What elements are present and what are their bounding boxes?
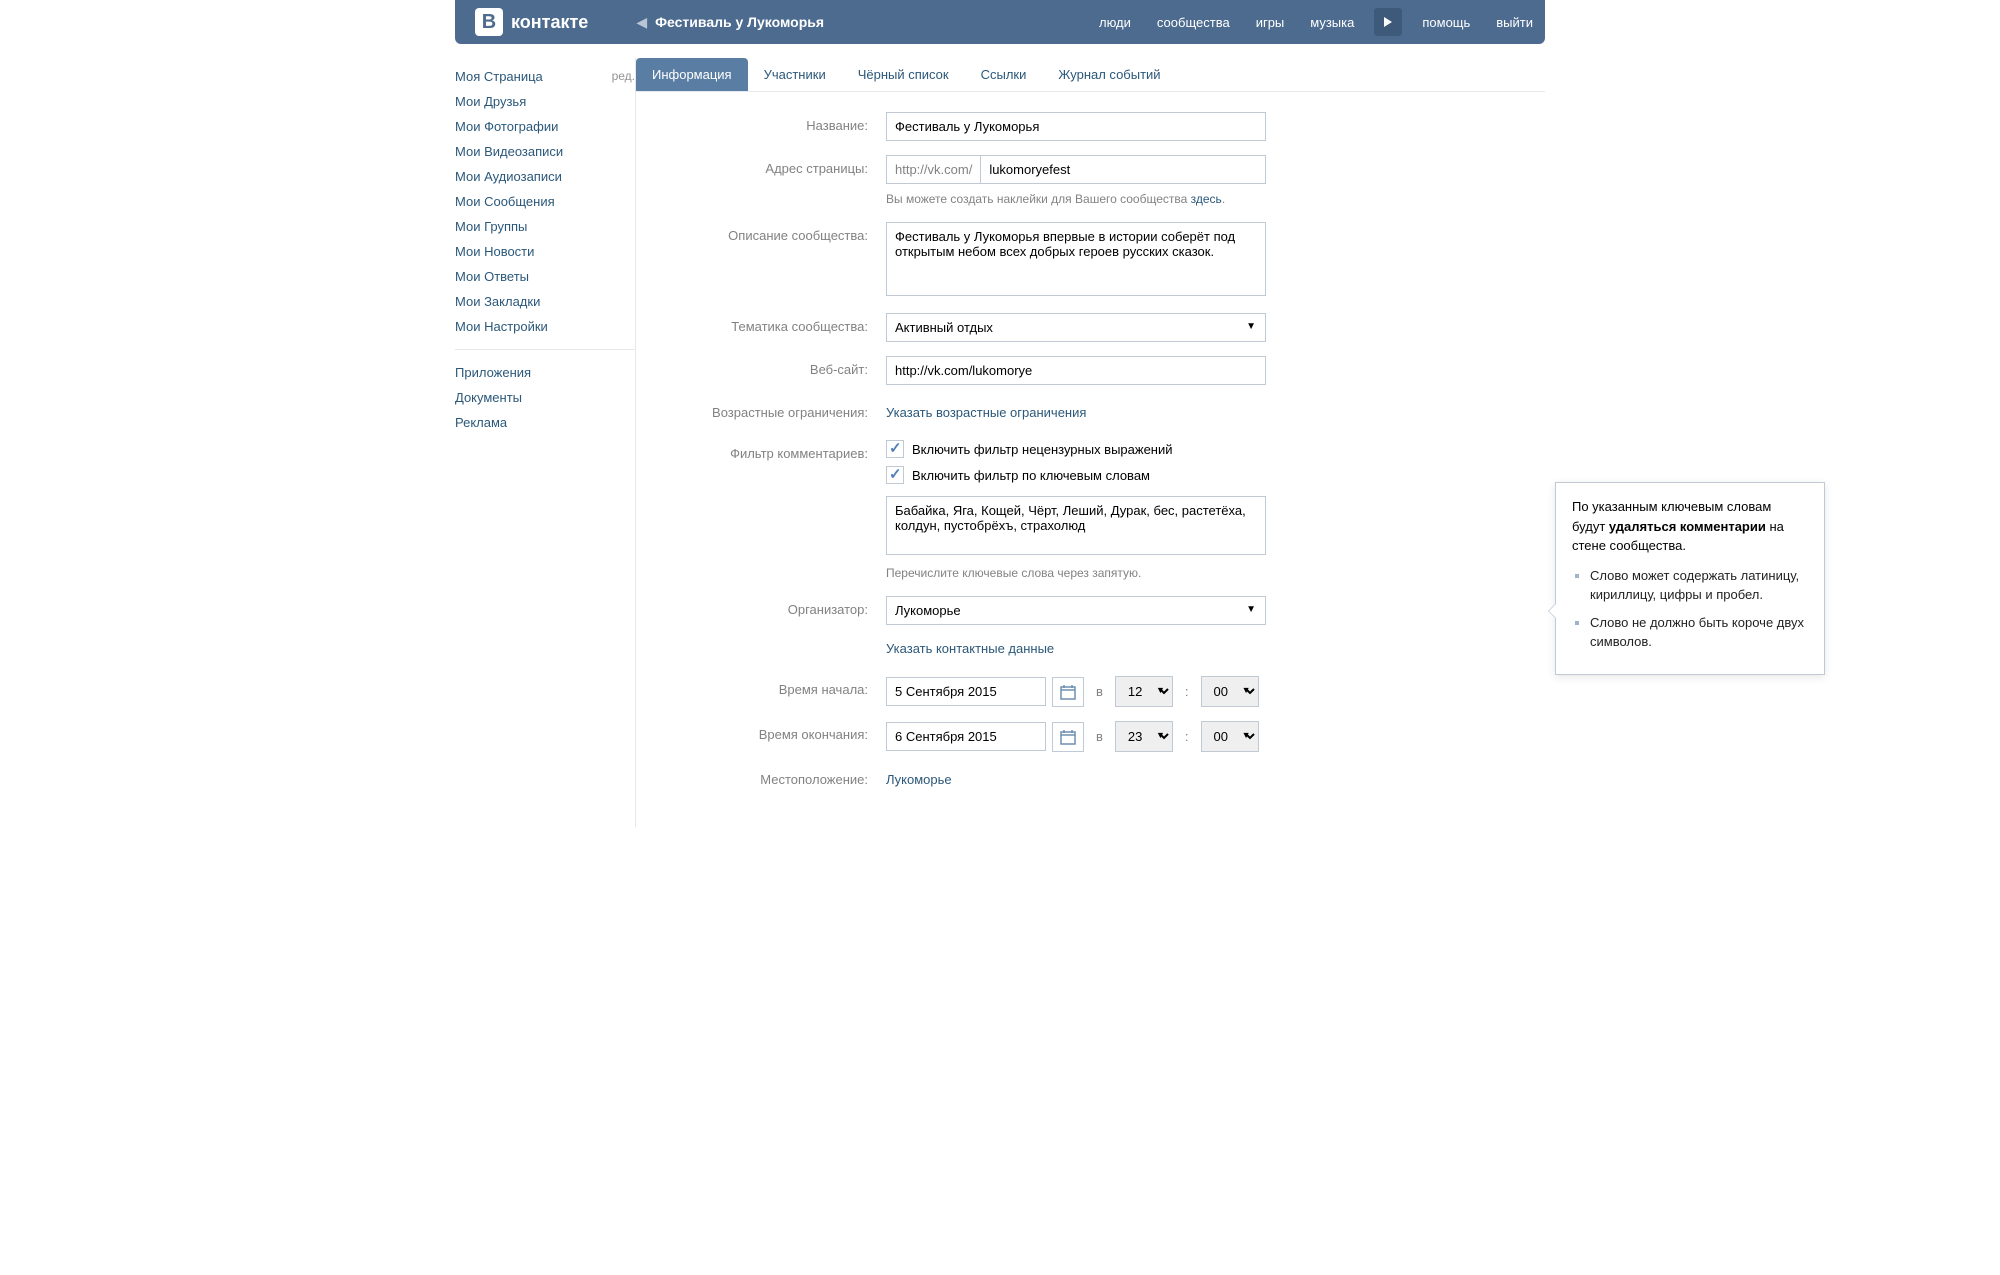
nav-logout[interactable]: выйти xyxy=(1484,15,1545,30)
nav-people[interactable]: люди xyxy=(1087,15,1143,30)
tab-log[interactable]: Журнал событий xyxy=(1042,58,1176,91)
filter-obscene-checkbox[interactable] xyxy=(886,440,904,458)
website-input[interactable] xyxy=(886,356,1266,385)
stickers-link[interactable]: здесь xyxy=(1191,192,1222,206)
tooltip-item: Слово не должно быть короче двух символо… xyxy=(1590,613,1808,652)
label-organizer: Организатор: xyxy=(666,596,886,617)
sidebar-item-photos[interactable]: Мои Фотографии xyxy=(455,114,635,139)
keywords-tooltip: По указанным ключевым словам будут удаля… xyxy=(1555,482,1825,675)
filter-obscene-label: Включить фильтр нецензурных выражений xyxy=(912,442,1173,457)
tab-links[interactable]: Ссылки xyxy=(965,58,1043,91)
breadcrumb-title[interactable]: Фестиваль у Лукоморья xyxy=(655,14,824,30)
logo-icon: B xyxy=(475,8,503,36)
keywords-hint: Перечислите ключевые слова через запятую… xyxy=(886,564,1266,582)
tooltip-item: Слово может содержать латиницу, кириллиц… xyxy=(1590,566,1808,605)
sidebar-edit-link[interactable]: ред. xyxy=(612,69,635,83)
name-input[interactable] xyxy=(886,112,1266,141)
logo-text: контакте xyxy=(511,12,588,33)
label-topic: Тематика сообщества: xyxy=(666,313,886,334)
sidebar-item-videos[interactable]: Мои Видеозаписи xyxy=(455,139,635,164)
keywords-textarea[interactable]: Бабайка, Яга, Кощей, Чёрт, Леший, Дурак,… xyxy=(886,496,1266,555)
label-description: Описание сообщества: xyxy=(666,222,886,243)
nav-games[interactable]: игры xyxy=(1244,15,1297,30)
end-date-input[interactable] xyxy=(886,722,1046,751)
label-location: Местоположение: xyxy=(666,766,886,787)
tab-members[interactable]: Участники xyxy=(748,58,842,91)
logo[interactable]: B контакте xyxy=(455,0,608,44)
location-link[interactable]: Лукоморье xyxy=(886,766,952,793)
label-end: Время окончания: xyxy=(666,721,886,742)
nav-music[interactable]: музыка xyxy=(1298,15,1366,30)
sidebar-item-docs[interactable]: Документы xyxy=(455,385,635,410)
calendar-icon[interactable] xyxy=(1052,722,1084,752)
filter-keywords-checkbox[interactable] xyxy=(886,466,904,484)
sidebar-item-mypage[interactable]: Моя Страницаред. xyxy=(455,64,635,89)
end-hour-select[interactable]: 23 xyxy=(1115,721,1173,752)
top-header: B контакте ◀ Фестиваль у Лукоморья люди … xyxy=(455,0,1545,44)
url-prefix: http://vk.com/ xyxy=(886,155,980,184)
url-slug-input[interactable] xyxy=(980,155,1266,184)
nav-back-icon[interactable]: ◀ xyxy=(628,14,655,31)
tab-info[interactable]: Информация xyxy=(636,58,748,91)
sidebar-item-audio[interactable]: Мои Аудиозаписи xyxy=(455,164,635,189)
nav-help[interactable]: помощь xyxy=(1410,15,1482,30)
address-hint: Вы можете создать наклейки для Вашего со… xyxy=(886,190,1266,208)
main-content: Информация Участники Чёрный список Ссылк… xyxy=(635,58,1545,827)
start-hour-select[interactable]: 12 xyxy=(1115,676,1173,707)
tabs: Информация Участники Чёрный список Ссылк… xyxy=(636,58,1545,92)
at-label: в xyxy=(1096,729,1103,744)
sidebar-item-messages[interactable]: Мои Сообщения xyxy=(455,189,635,214)
description-textarea[interactable]: Фестиваль у Лукоморья впервые в истории … xyxy=(886,222,1266,296)
filter-keywords-label: Включить фильтр по ключевым словам xyxy=(912,468,1150,483)
calendar-icon[interactable] xyxy=(1052,677,1084,707)
contact-data-link[interactable]: Указать контактные данные xyxy=(886,635,1054,662)
sidebar-item-bookmarks[interactable]: Мои Закладки xyxy=(455,289,635,314)
at-label: в xyxy=(1096,684,1103,699)
start-date-input[interactable] xyxy=(886,677,1046,706)
age-restrictions-link[interactable]: Указать возрастные ограничения xyxy=(886,399,1086,426)
sidebar-item-apps[interactable]: Приложения xyxy=(455,360,635,385)
nav-communities[interactable]: сообщества xyxy=(1145,15,1242,30)
organizer-select[interactable]: Лукоморье xyxy=(886,596,1266,625)
sidebar-item-news[interactable]: Мои Новости xyxy=(455,239,635,264)
tab-blacklist[interactable]: Чёрный список xyxy=(842,58,965,91)
label-name: Название: xyxy=(666,112,886,133)
sidebar-item-settings[interactable]: Мои Настройки xyxy=(455,314,635,339)
sidebar-item-groups[interactable]: Мои Группы xyxy=(455,214,635,239)
topic-select[interactable]: Активный отдых xyxy=(886,313,1266,342)
play-icon[interactable] xyxy=(1374,8,1402,36)
sidebar-item-answers[interactable]: Мои Ответы xyxy=(455,264,635,289)
start-minute-select[interactable]: 00 xyxy=(1201,676,1259,707)
sidebar-separator xyxy=(455,349,635,350)
end-minute-select[interactable]: 00 xyxy=(1201,721,1259,752)
sidebar-item-friends[interactable]: Мои Друзья xyxy=(455,89,635,114)
label-filter: Фильтр комментариев: xyxy=(666,440,886,461)
settings-form: Название: Адрес страницы: http://vk.com/… xyxy=(636,92,1545,827)
label-age: Возрастные ограничения: xyxy=(666,399,886,420)
label-website: Веб-сайт: xyxy=(666,356,886,377)
sidebar-item-ads[interactable]: Реклама xyxy=(455,410,635,435)
label-start: Время начала: xyxy=(666,676,886,697)
label-address: Адрес страницы: xyxy=(666,155,886,176)
sidebar: Моя Страницаред. Мои Друзья Мои Фотограф… xyxy=(455,58,635,827)
